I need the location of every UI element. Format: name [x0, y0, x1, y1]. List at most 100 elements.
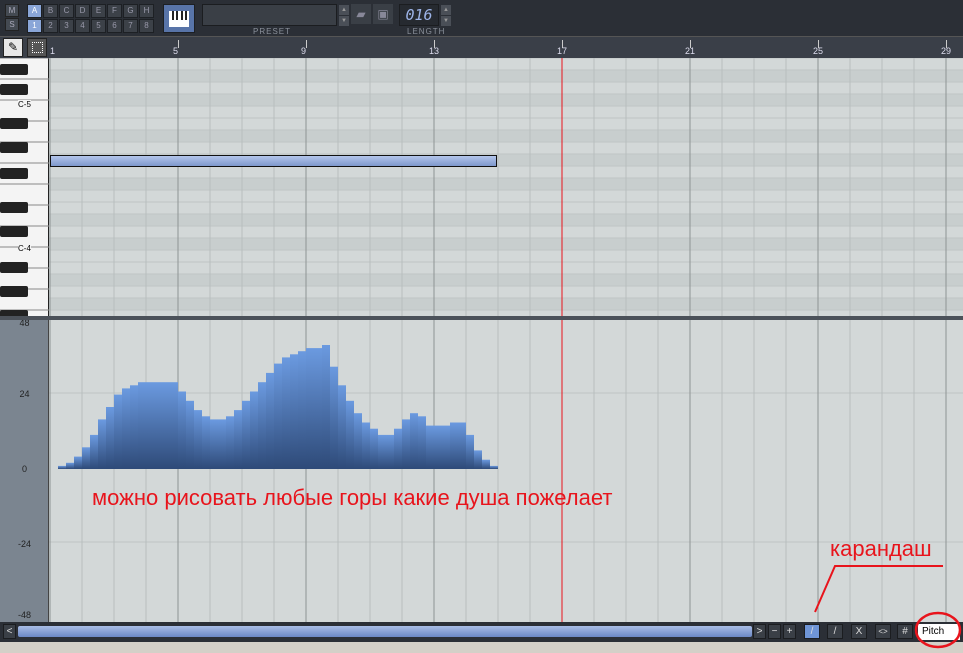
pitch-bar[interactable]	[66, 462, 74, 469]
pitch-bar[interactable]	[194, 410, 202, 469]
pitch-bar[interactable]	[426, 425, 434, 469]
pitch-bar[interactable]	[242, 400, 250, 469]
pitch-bar[interactable]	[202, 416, 210, 469]
pitch-bar[interactable]	[402, 419, 410, 469]
pitch-bar[interactable]	[74, 456, 82, 469]
pitch-bar[interactable]	[290, 354, 298, 469]
black-key[interactable]	[0, 84, 28, 95]
pitch-bar[interactable]	[458, 422, 466, 470]
pitch-bar[interactable]	[258, 382, 266, 469]
pitch-bar[interactable]	[138, 382, 146, 469]
pattern-button[interactable]: A	[27, 4, 42, 18]
pattern-button[interactable]: 2	[43, 19, 58, 33]
pitch-bar[interactable]	[226, 416, 234, 469]
black-key[interactable]	[0, 118, 28, 129]
save-icon[interactable]: ▣	[373, 4, 393, 24]
scroll-left-button[interactable]: <	[3, 624, 16, 639]
pitch-bar[interactable]	[114, 394, 122, 469]
black-key[interactable]	[0, 286, 28, 297]
pitch-bar[interactable]	[306, 348, 314, 469]
piano-roll[interactable]: C-5 C-4	[0, 58, 963, 316]
pitch-bar[interactable]	[130, 385, 138, 469]
black-key[interactable]	[0, 142, 28, 153]
pattern-button[interactable]: D	[75, 4, 90, 18]
length-display[interactable]: 016	[399, 4, 439, 26]
black-key[interactable]	[0, 64, 28, 75]
pattern-button[interactable]: 1	[27, 19, 42, 33]
length-down-icon[interactable]: ▼	[441, 16, 451, 26]
mirror-button[interactable]: <>	[875, 624, 891, 639]
pitch-bar[interactable]	[410, 413, 418, 469]
pitch-bar[interactable]	[162, 382, 170, 469]
preset-field[interactable]	[202, 4, 337, 26]
pitch-bar[interactable]	[466, 434, 474, 469]
horizontal-scrollbar[interactable]	[18, 626, 752, 637]
pitch-bar[interactable]	[370, 428, 378, 469]
pattern-button[interactable]: 3	[59, 19, 74, 33]
pattern-button[interactable]: E	[91, 4, 106, 18]
pitch-bar[interactable]	[122, 388, 130, 469]
pattern-button[interactable]: F	[107, 4, 122, 18]
select-tool-icon[interactable]	[27, 38, 47, 57]
solo-button[interactable]: S	[5, 18, 19, 31]
pitch-bar[interactable]	[146, 382, 154, 469]
pitch-bar[interactable]	[354, 413, 362, 469]
pitch-bar[interactable]	[82, 447, 90, 469]
zoom-in-button[interactable]: +	[783, 624, 796, 639]
pitch-bar[interactable]	[234, 410, 242, 469]
pattern-button[interactable]: 4	[75, 19, 90, 33]
pitch-bar[interactable]	[298, 351, 306, 469]
pitch-bar[interactable]	[90, 434, 98, 469]
pitch-bar[interactable]	[266, 372, 274, 469]
black-key[interactable]	[0, 262, 28, 273]
preset-up-icon[interactable]: ▲	[339, 5, 349, 15]
pitch-bar[interactable]	[386, 434, 394, 469]
pattern-button[interactable]: B	[43, 4, 58, 18]
pattern-button[interactable]: 8	[139, 19, 154, 33]
pattern-button[interactable]: 5	[91, 19, 106, 33]
pitch-bar[interactable]	[346, 400, 354, 469]
pitch-bar[interactable]	[154, 382, 162, 469]
open-folder-icon[interactable]: ▰	[351, 4, 371, 24]
pitch-bar[interactable]	[450, 422, 458, 470]
pitch-bar[interactable]	[106, 407, 114, 469]
pattern-button[interactable]: H	[139, 4, 154, 18]
pitch-bar[interactable]	[58, 465, 66, 469]
pitch-bar[interactable]	[218, 419, 226, 469]
scroll-right-button[interactable]: >	[753, 624, 766, 639]
pitch-bar[interactable]	[274, 363, 282, 469]
mute-button[interactable]: M	[5, 4, 19, 17]
pattern-button[interactable]: G	[123, 4, 138, 18]
pitch-bar[interactable]	[186, 400, 194, 469]
pitch-bar[interactable]	[178, 391, 186, 470]
pitch-bar[interactable]	[170, 382, 178, 469]
pencil-tool-icon[interactable]: ✎	[3, 38, 23, 57]
pitch-bar[interactable]	[482, 459, 490, 469]
pitch-bar[interactable]	[314, 348, 322, 469]
zoom-out-button[interactable]: −	[768, 624, 781, 639]
pitch-bar[interactable]	[210, 419, 218, 469]
length-up-icon[interactable]: ▲	[441, 5, 451, 15]
pattern-button[interactable]: 7	[123, 19, 138, 33]
pitch-bar[interactable]	[98, 419, 106, 469]
pitch-bar[interactable]	[250, 391, 258, 470]
pitch-bar[interactable]	[282, 357, 290, 469]
draw-line-button[interactable]: /	[827, 624, 843, 639]
draw-pencil-button[interactable]: /	[804, 624, 820, 639]
automation-lane[interactable]: 48 24 0 -24 -48	[0, 320, 963, 622]
pitch-bar[interactable]	[434, 425, 442, 469]
pitch-bar[interactable]	[330, 366, 338, 469]
note-block[interactable]	[50, 155, 497, 167]
pitch-bar[interactable]	[442, 425, 450, 469]
pitch-bar[interactable]	[338, 385, 346, 469]
black-key[interactable]	[0, 168, 28, 179]
piano-keyboard[interactable]: C-5 C-4	[0, 58, 49, 316]
pattern-button[interactable]: C	[59, 4, 74, 18]
grid-button[interactable]: #	[897, 624, 913, 639]
pitch-bar[interactable]	[378, 434, 386, 469]
pitch-bar[interactable]	[394, 428, 402, 469]
clear-button[interactable]: X	[851, 624, 867, 639]
pitch-bar[interactable]	[418, 416, 426, 469]
pattern-button[interactable]: 6	[107, 19, 122, 33]
keyboard-icon[interactable]	[163, 4, 195, 33]
